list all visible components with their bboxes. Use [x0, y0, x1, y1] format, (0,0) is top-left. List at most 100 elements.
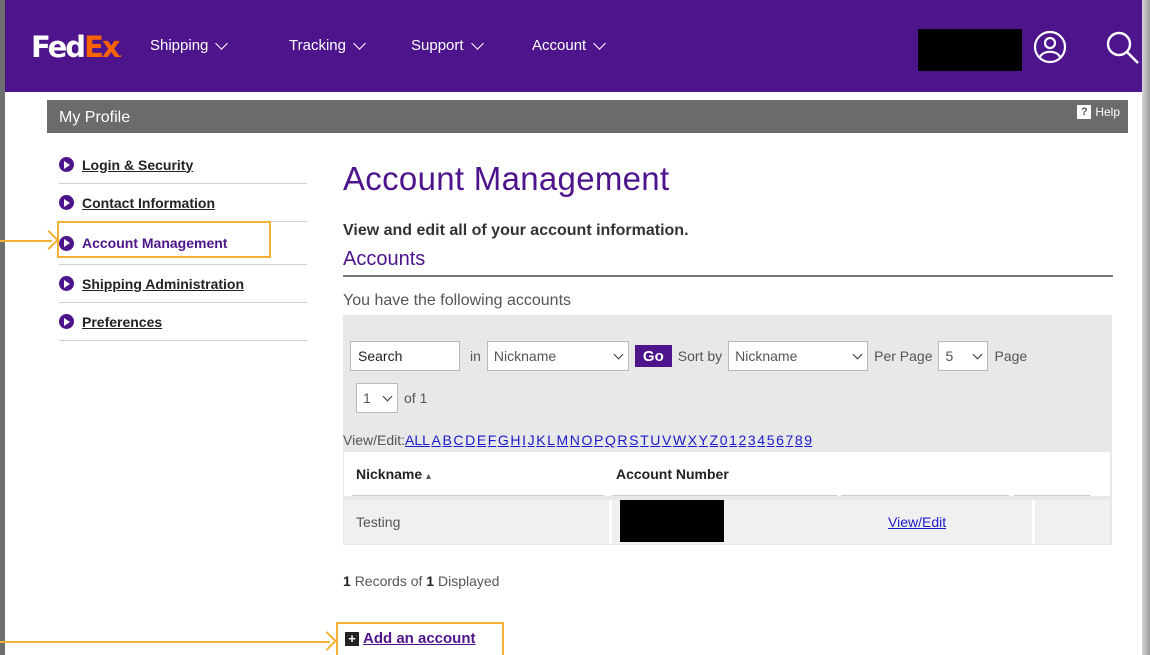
alpha-filter-link-4[interactable]: 4	[757, 432, 765, 448]
alpha-filter-link-r[interactable]: R	[617, 432, 627, 448]
sidebar-item-label: Shipping Administration	[82, 275, 245, 292]
per-page-select[interactable]: 5	[938, 341, 989, 371]
header-rule	[352, 495, 604, 496]
chevron-down-icon	[470, 36, 484, 50]
header-rule	[841, 495, 1009, 496]
alpha-filter-link-c[interactable]: C	[453, 432, 463, 448]
alpha-filter-link-0[interactable]: 0	[720, 432, 728, 448]
alpha-filter-link-b[interactable]: B	[442, 432, 451, 448]
top-nav: FedEx. Shipping Tracking Support Account	[5, 0, 1142, 92]
header-rule	[1014, 495, 1090, 496]
logo-dot: .	[118, 50, 122, 60]
alpha-filter-link-s[interactable]: S	[629, 432, 638, 448]
table-row: Testing View/Edit	[344, 500, 1110, 544]
page-select-value: 1	[363, 390, 371, 406]
alpha-filter-label: View/Edit:	[343, 432, 405, 448]
plus-icon: +	[345, 631, 359, 646]
alpha-filter-link-6[interactable]: 6	[776, 432, 784, 448]
sidebar-item-login-security[interactable]: Login & Security	[59, 146, 307, 184]
alpha-filter-link-8[interactable]: 8	[795, 432, 803, 448]
alpha-filter-link-all[interactable]: ALL	[405, 432, 430, 448]
table-header: Nickname ▴ Account Number	[344, 452, 1110, 496]
go-button[interactable]: Go	[634, 345, 672, 367]
section-title-accounts: Accounts	[343, 248, 426, 270]
annotation-arrow-add	[0, 641, 330, 643]
column-header-nickname[interactable]: Nickname ▴	[356, 466, 431, 482]
chevron-down-icon	[353, 36, 366, 50]
alpha-filter-link-e[interactable]: E	[477, 432, 486, 448]
alpha-filter-link-n[interactable]: N	[570, 432, 580, 448]
nav-support-label: Support	[411, 37, 464, 54]
cell-divider	[609, 500, 612, 544]
search-icon[interactable]	[1105, 30, 1141, 66]
alpha-filter-link-d[interactable]: D	[465, 432, 475, 448]
page-of-label: of 1	[404, 390, 428, 406]
page-select[interactable]: 1	[356, 383, 398, 413]
add-account-button[interactable]: + Add an account	[345, 630, 476, 647]
alpha-filter-link-g[interactable]: G	[498, 432, 509, 448]
search-field-select[interactable]: Nickname	[486, 341, 629, 371]
alpha-filter-link-a[interactable]: A	[432, 432, 441, 448]
records-summary: 1 Records of 1 Displayed	[343, 573, 499, 589]
header-rule	[612, 495, 837, 496]
search-input-value: Search	[358, 348, 403, 364]
go-button-label: Go	[642, 347, 664, 365]
nav-tracking[interactable]: Tracking	[289, 36, 366, 54]
alpha-filter-link-x[interactable]: X	[688, 432, 697, 448]
alpha-filter-link-z[interactable]: Z	[710, 432, 719, 448]
page-label: Page	[994, 348, 1028, 364]
alpha-filter-link-w[interactable]: W	[673, 432, 686, 448]
alpha-filter-link-3[interactable]: 3	[748, 432, 756, 448]
sidebar-item-preferences[interactable]: Preferences	[59, 303, 307, 341]
view-edit-link[interactable]: View/Edit	[888, 514, 946, 530]
alpha-filter-link-7[interactable]: 7	[785, 432, 793, 448]
alpha-filter-link-l[interactable]: L	[547, 432, 555, 448]
logo-fed: Fed	[31, 30, 86, 64]
alpha-filter-link-v[interactable]: V	[662, 432, 671, 448]
alpha-filter-link-o[interactable]: O	[582, 432, 593, 448]
user-circle-icon[interactable]	[1033, 30, 1067, 64]
sort-by-select[interactable]: Nickname	[728, 341, 869, 371]
cell-divider	[1032, 500, 1035, 544]
alpha-filter-link-i[interactable]: I	[522, 432, 526, 448]
alpha-filter-link-h[interactable]: H	[510, 432, 520, 448]
nav-account-label: Account	[532, 37, 587, 54]
search-input[interactable]: Search	[350, 341, 460, 371]
alpha-filter-link-t[interactable]: T	[640, 432, 649, 448]
alpha-filter-link-m[interactable]: M	[557, 432, 569, 448]
window-edge-right	[1142, 0, 1150, 655]
nav-shipping-label: Shipping	[150, 37, 209, 54]
chevron-down-icon	[215, 36, 229, 50]
alpha-filter-link-k[interactable]: K	[536, 432, 545, 448]
alpha-filter-link-9[interactable]: 9	[804, 432, 812, 448]
alpha-filter-link-y[interactable]: Y	[699, 432, 708, 448]
records-shown: 1	[343, 573, 351, 589]
records-middle: Records of	[354, 573, 423, 589]
circle-arrow-icon	[59, 195, 74, 210]
alpha-filter-link-j[interactable]: J	[528, 432, 535, 448]
fedex-logo[interactable]: FedEx.	[31, 30, 122, 64]
nav-shipping[interactable]: Shipping	[150, 36, 229, 54]
search-field-select-value: Nickname	[493, 348, 557, 364]
nav-account[interactable]: Account	[532, 36, 607, 54]
page-controls: 1 of 1	[356, 383, 427, 413]
main-content: Account Management View and edit all of …	[343, 160, 1113, 309]
sidebar-item-contact-information[interactable]: Contact Information	[59, 184, 307, 222]
alpha-filter-link-f[interactable]: F	[488, 432, 497, 448]
profile-bar-title: My Profile	[59, 109, 131, 126]
per-page-select-value: 5	[945, 348, 954, 364]
chevron-down-icon	[593, 36, 607, 50]
redacted-username	[918, 29, 1022, 71]
alpha-filter-link-5[interactable]: 5	[767, 432, 775, 448]
alpha-filter-link-2[interactable]: 2	[739, 432, 747, 448]
nav-support[interactable]: Support	[411, 36, 484, 54]
alpha-filter-link-q[interactable]: Q	[605, 432, 616, 448]
alpha-filter-link-p[interactable]: P	[594, 432, 603, 448]
per-page-label: Per Page	[874, 348, 933, 364]
logo-ex: Ex	[84, 30, 120, 64]
sidebar-item-label: Preferences	[82, 313, 163, 330]
help-link[interactable]: ? Help	[1077, 105, 1120, 119]
sidebar-item-shipping-administration[interactable]: Shipping Administration	[59, 265, 307, 303]
alpha-filter-link-1[interactable]: 1	[729, 432, 737, 448]
alpha-filter-link-u[interactable]: U	[650, 432, 660, 448]
